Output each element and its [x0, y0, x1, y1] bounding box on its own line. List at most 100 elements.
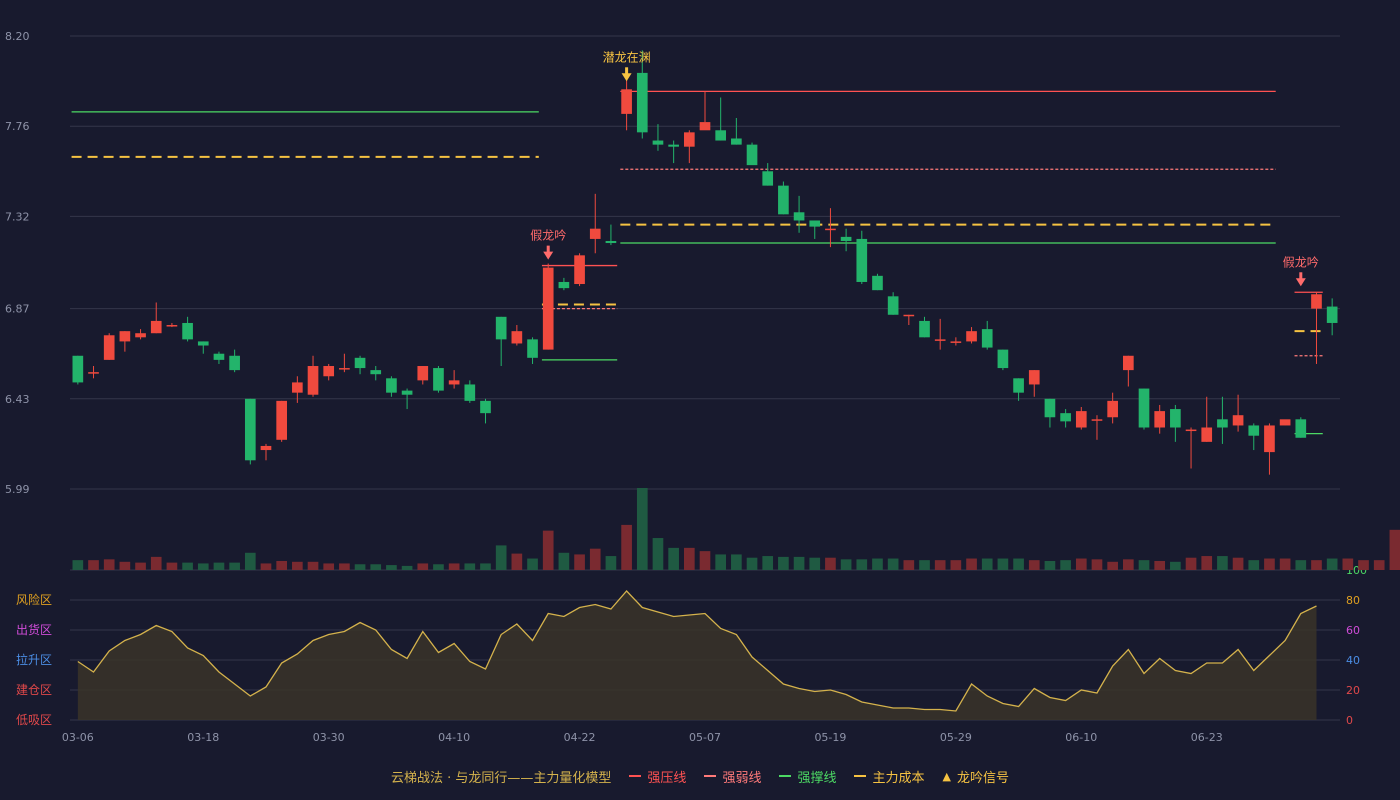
volume-bar — [589, 548, 601, 570]
volume-bar — [621, 524, 632, 570]
signal-arrow-icon — [543, 251, 554, 260]
volume-bar — [950, 560, 962, 570]
candle-body — [731, 138, 742, 145]
volume-bar — [1138, 560, 1150, 570]
candle-body — [480, 400, 491, 414]
volume-bar — [448, 563, 460, 570]
x-tick-label: 05-19 — [814, 731, 846, 744]
volume-bar — [825, 557, 836, 570]
candle-body — [511, 331, 523, 344]
candle-body — [574, 255, 585, 285]
volume-bar — [323, 563, 335, 570]
volume-bar — [1044, 560, 1056, 570]
volume-bar — [1107, 561, 1118, 570]
candle-body — [1060, 413, 1071, 422]
volume-bar — [966, 558, 977, 570]
signal-arrow-shaft — [1299, 272, 1303, 280]
signal-arrow-icon — [621, 73, 632, 82]
candle-body — [386, 378, 397, 393]
candle-body — [1264, 425, 1275, 453]
candle-body — [1248, 425, 1260, 436]
candle-body — [323, 366, 335, 377]
volume-bar — [1013, 558, 1024, 570]
candle-body — [354, 357, 366, 369]
volume-bar — [1342, 558, 1354, 570]
volume-bar — [1154, 560, 1166, 570]
candle-body — [1028, 370, 1040, 385]
volume-bar — [636, 488, 648, 570]
volume-bar — [1028, 560, 1040, 570]
candle-body — [605, 240, 617, 244]
indicator-zone-label: 低吸区 — [16, 713, 52, 727]
candle-body — [621, 89, 632, 114]
volume-bar — [1217, 556, 1228, 570]
volume-bar — [1389, 529, 1400, 570]
volume-bar — [793, 556, 805, 570]
candle-body — [1170, 409, 1181, 428]
price-tick-label: 7.76 — [5, 120, 30, 133]
volume-bar — [339, 563, 350, 570]
candle-body — [433, 368, 444, 391]
volume-bar — [197, 563, 209, 570]
candle-body — [683, 132, 695, 147]
candle-body — [652, 140, 664, 145]
volume-bar — [731, 554, 742, 570]
candle-body — [292, 382, 303, 393]
indicator-area — [77, 591, 1317, 720]
legend-item-signal[interactable]: ▲ 龙吟信号 — [942, 767, 1008, 786]
candle-body — [699, 122, 711, 131]
candle-body — [966, 331, 977, 342]
volume-bar — [558, 552, 570, 570]
legend-label: 主力成本 — [872, 770, 925, 786]
indicator-zone-label: 拉升区 — [16, 652, 52, 667]
volume-bar — [981, 558, 993, 570]
legend-label: 强压线 — [647, 770, 687, 786]
volume-bar — [401, 565, 413, 570]
legend-item-main-cost[interactable]: 主力成本 — [854, 767, 924, 786]
candle-body — [370, 370, 382, 375]
volume-bar — [433, 564, 444, 570]
candle-body — [182, 322, 193, 340]
volume-bar — [997, 558, 1009, 570]
signal-label: 假龙吟 — [530, 228, 566, 243]
volume-bar — [88, 560, 99, 570]
legend-item-strong-support[interactable]: 强撑线 — [779, 767, 836, 786]
volume-bar — [244, 552, 256, 570]
volume-bar — [919, 560, 930, 570]
legend-swatch — [629, 775, 642, 777]
candle-body — [1091, 419, 1103, 421]
candle-body — [1123, 355, 1134, 371]
indicator-tick-label: 0 — [1346, 714, 1353, 727]
x-tick-label: 05-29 — [940, 731, 972, 744]
legend-swatch — [854, 775, 867, 777]
legend-item-weak-line[interactable]: 强弱线 — [704, 767, 761, 786]
candle-body — [1295, 419, 1307, 438]
volume-bar — [1075, 558, 1087, 570]
indicator-tick-label: 60 — [1346, 624, 1360, 637]
indicator-zone-label: 建仓区 — [16, 683, 52, 697]
triangle-icon: ▲ — [942, 769, 951, 783]
volume-bar — [887, 558, 899, 570]
signal-label: 假龙吟 — [1283, 254, 1319, 269]
candle-body — [589, 228, 601, 239]
candle-body — [166, 325, 178, 327]
volume-bar — [72, 560, 84, 570]
volume-bar — [527, 558, 538, 570]
volume-bar — [605, 556, 617, 570]
volume-bar — [856, 559, 868, 570]
signal-arrow-shaft — [625, 67, 629, 75]
volume-bar — [213, 562, 225, 570]
candle-body — [119, 331, 131, 342]
signal-arrow-shaft — [546, 245, 550, 253]
volume-bar — [746, 557, 758, 570]
volume-bar — [386, 565, 397, 570]
price-tick-label: 6.87 — [5, 303, 30, 316]
volume-bar — [778, 556, 789, 570]
volume-bar — [495, 545, 507, 570]
candle-body — [919, 320, 930, 338]
legend-item-strong-pressure[interactable]: 强压线 — [629, 767, 686, 786]
volume-bar — [292, 561, 303, 570]
candle-body — [1075, 411, 1087, 428]
volume-bar — [276, 560, 287, 570]
volume-bar — [1373, 560, 1385, 570]
